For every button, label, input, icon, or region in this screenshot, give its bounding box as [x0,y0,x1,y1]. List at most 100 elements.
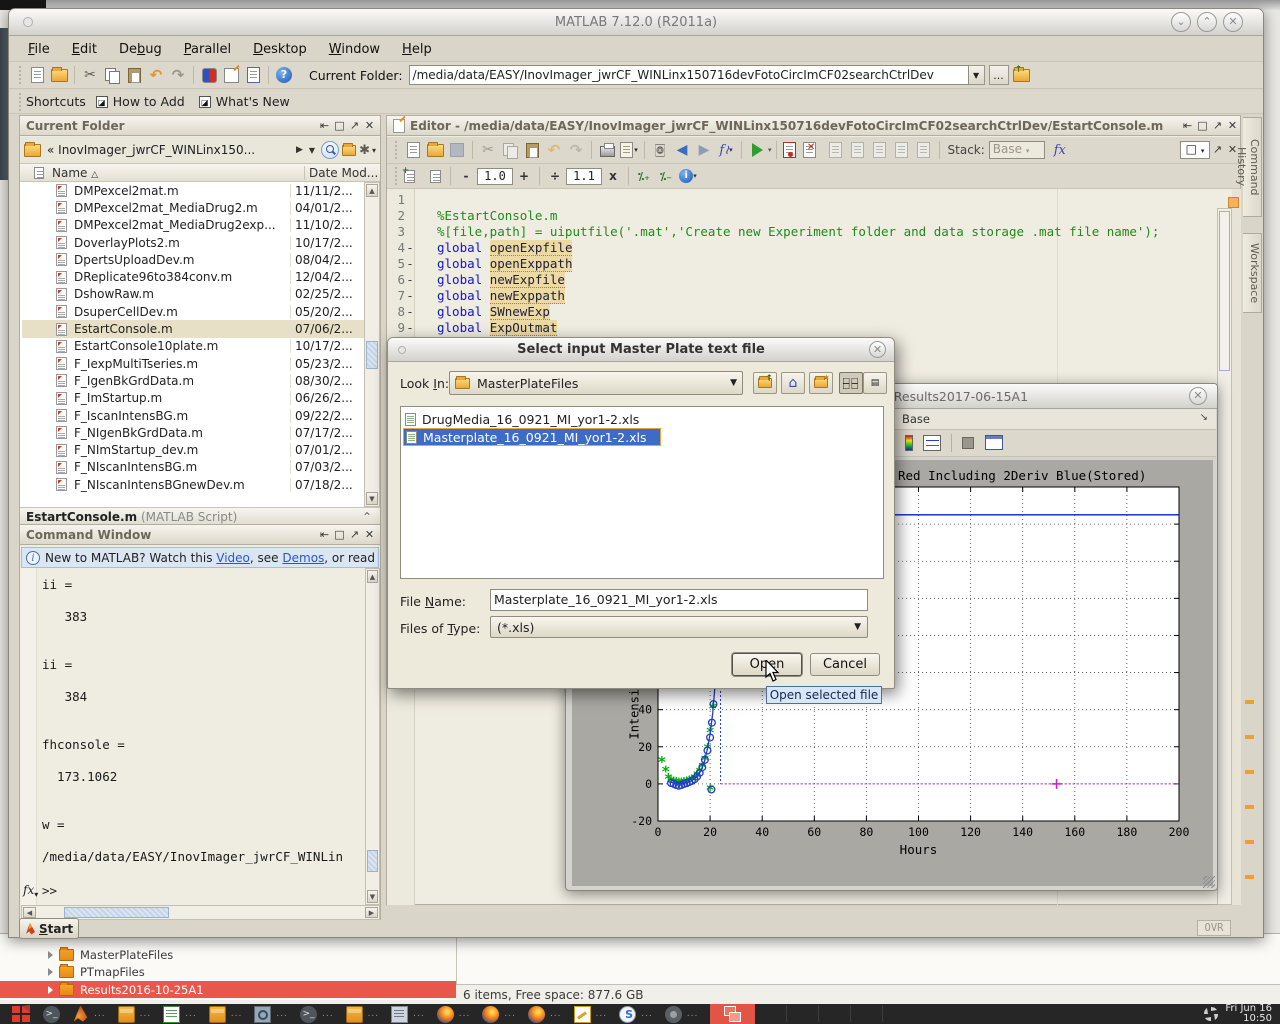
publish-info-icon[interactable]: i▾ [677,165,699,187]
maximize-panel-icon[interactable]: □ [1195,116,1210,136]
column-date[interactable]: Date Mod... [304,166,380,180]
copy-icon[interactable] [499,139,521,161]
taskbar-item-spreadsheet[interactable]: ... [163,1006,197,1023]
grid-view-button[interactable]: □□□□ [839,372,863,394]
taskbar-item-draw-doc[interactable]: ... [574,1006,608,1023]
file-row[interactable]: F_NIscanIntensBGnewDev.m07/18/2... [22,476,364,493]
shortcut-how-to-add[interactable]: How to Add [113,94,185,109]
scroll-up-icon[interactable]: ▲ [366,184,378,197]
address-up-folder-icon[interactable] [339,140,359,160]
new-folder-button[interactable]: ✶ [809,372,833,394]
code-line[interactable]: 9-global ExpOutmat [387,320,1217,336]
cut-icon[interactable]: ✂ [79,64,101,86]
console-output[interactable]: ii = 383 ii = 384 fhconsole = 173.1062 w… [42,577,362,897]
go-forward-icon[interactable]: ▶ [693,139,715,161]
code-line[interactable]: 6-global newExpfile [387,272,1217,288]
undock-icon[interactable]: ↗ [1210,140,1225,160]
files-of-type-combo[interactable]: (*.xls) ▼ [490,616,868,638]
breadcrumb-expand-icon[interactable]: ▶ [296,145,303,155]
matlab-titlebar[interactable]: MATLAB 7.12.0 (R2011a) ⌄ ⌃ ✕ [9,9,1263,36]
taskbar-item-app-grid[interactable] [12,1006,31,1023]
dialog-titlebar[interactable]: Select input Master Plate text file ✕ [388,338,894,362]
file-row[interactable]: F_NImStartup_dev.m07/01/2... [22,441,364,458]
taskbar-item-search-tool[interactable]: ... [254,1006,288,1023]
taskbar-clock[interactable]: Fri Jun 1610:50 [1203,1004,1280,1024]
simulink-icon[interactable] [198,64,220,86]
editor-vscrollbar[interactable] [1217,208,1232,905]
file-row[interactable]: DoverlayPlots2.m10/17/2... [22,234,364,251]
copy-icon[interactable] [101,64,123,86]
file-name-input[interactable]: Masterplate_16_0921_MI_yor1-2.xls [490,589,868,611]
current-folder-path-input[interactable]: /media/data/EASY/InovImager_jwrCF_WINLin… [409,65,969,85]
up-folder-icon[interactable]: ↑ [1011,64,1033,86]
new-file-icon[interactable] [402,139,424,161]
video-link[interactable]: Video [216,551,250,565]
taskbar-item-folder[interactable]: ... [118,1006,152,1023]
demos-link[interactable]: Demos [282,551,324,565]
file-row[interactable]: DMPexcel2mat_MediaDrug2.m04/01/2... [22,199,364,216]
function-browser-icon[interactable]: f≀▾ [715,139,737,161]
taskbar-item-matlab[interactable]: ... [72,1006,106,1023]
file-row[interactable]: F_NIgenBkGrdData.m07/17/2... [22,424,364,441]
stack-combo[interactable]: Base ▾ [989,141,1045,159]
command-window-header[interactable]: Command Window ⇤□↗✕ [20,525,380,545]
file-row[interactable]: F_IgenBkGrdData.m08/30/2... [22,372,364,389]
fm-tree-item[interactable]: Results2016-10-25A1 [0,981,456,998]
data-brush-icon[interactable] [962,437,974,449]
taskbar-item-terminal[interactable]: >_ [43,1006,60,1023]
file-row[interactable]: DMPexcel2mat_MediaDrug2exp...11/10/2... [22,217,364,234]
divide-icon[interactable]: ÷ [544,165,566,187]
figure-menu-expand-icon[interactable]: ↘ [1200,412,1208,423]
decrease-indent-icon[interactable]: ⁒₋ [655,165,677,187]
search-icon[interactable] [321,141,339,159]
expand-icon[interactable] [48,951,53,959]
menu-parallel[interactable]: Parallel [173,42,242,57]
taskbar-item-firefox[interactable]: ... [437,1006,471,1023]
code-line[interactable]: 2%EstartConsole.m [387,208,1217,224]
step-icon[interactable] [825,139,847,161]
next-cell-icon[interactable] [424,165,446,187]
close-panel-icon[interactable]: ✕ [362,525,377,545]
gear-dropdown-icon[interactable]: ▾ [372,146,376,155]
taskbar-item-firefox[interactable]: ... [482,1006,516,1023]
new-file-icon[interactable] [26,64,48,86]
dialog-file-item[interactable]: DrugMedia_16_0921_MI_yor1-2.xls [403,410,881,428]
file-row[interactable]: F_IscanIntensBG.m09/22/2... [22,407,364,424]
scrollbar-thumb[interactable] [367,850,378,872]
exit-debug-icon[interactable] [913,139,935,161]
up-one-level-button[interactable]: ↑ [753,372,777,394]
paste-icon[interactable] [521,139,543,161]
redo-icon[interactable]: ↷ [565,139,587,161]
dock-icon[interactable]: ⇤ [317,525,332,545]
dialog-file-item[interactable]: Masterplate_16_0921_MI_yor1-2.xls [403,428,661,446]
type-column-icon[interactable] [34,167,44,179]
look-in-combo[interactable]: MasterPlateFiles ▼ [449,371,743,395]
cancel-button[interactable]: Cancel [810,653,880,676]
taskbar-item-folder[interactable]: ... [346,1006,380,1023]
figure-resize-grip[interactable] [1203,876,1215,888]
set-breakpoint-icon[interactable] [781,139,803,161]
toolbar-grip[interactable] [19,66,22,84]
taskbar-item-terminal[interactable]: >_... [300,1006,334,1023]
taskbar-item-spinner[interactable]: ... [619,1006,653,1023]
minimize-button[interactable]: ⌄ [1171,12,1191,32]
file-list-scrollbar[interactable]: ▲ ▼ [364,182,380,507]
code-line[interactable]: 8-global SWnewExp [387,304,1217,320]
path-dropdown-icon[interactable]: ▼ [969,65,985,85]
insert-cell-icon[interactable]: + [402,165,424,187]
console-vscrollbar[interactable]: ▲ ▼ [365,568,380,905]
paste-icon[interactable] [123,64,145,86]
menu-file[interactable]: File [17,42,61,57]
tab-command-history[interactable]: Command History [1243,117,1262,217]
scroll-down-icon[interactable]: ▼ [367,890,378,903]
file-row[interactable]: F_NIscanIntensBG.m07/03/2... [22,459,364,476]
dialog-file-list[interactable]: DrugMedia_16_0921_MI_yor1-2.xlsMasterpla… [400,406,884,579]
code-line[interactable]: 7-global newExppath [387,288,1217,304]
file-row[interactable]: DshowRaw.m02/25/2... [22,286,364,303]
undo-icon[interactable]: ↶ [145,64,167,86]
code-line[interactable]: 4-global openExpfile [387,240,1217,256]
menu-edit[interactable]: Edit [61,42,108,57]
close-panel-icon[interactable]: ✕ [362,116,377,136]
find-icon[interactable]: 🀙 [649,139,671,161]
go-back-icon[interactable]: ◀ [671,139,693,161]
